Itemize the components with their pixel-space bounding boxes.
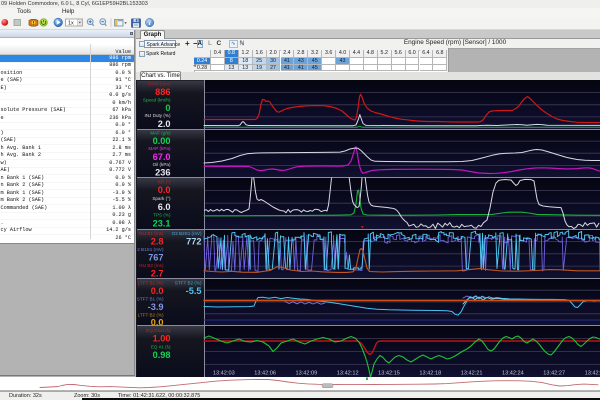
svg-text:Spark (°): Spark (°) <box>152 196 171 201</box>
svg-text:MAF (g/s): MAF (g/s) <box>150 130 171 135</box>
svg-text:O2 B1S1 (mV): O2 B1S1 (mV) <box>137 247 164 252</box>
svg-text:13:42:03: 13:42:03 <box>213 371 235 377</box>
svg-text:MAP (kPa): MAP (kPa) <box>148 146 171 151</box>
svg-text:13:42:09: 13:42:09 <box>296 371 318 377</box>
svg-text:2.0: 2.0 <box>158 119 171 129</box>
svg-text:0.98: 0.98 <box>153 350 171 360</box>
svg-text:Oil (kPa): Oil (kPa) <box>153 162 171 167</box>
svg-text:236: 236 <box>155 168 170 178</box>
svg-text:13:42:06: 13:42:06 <box>254 371 276 377</box>
svg-text:INJ B1 (ms): INJ B1 (ms) <box>139 231 164 236</box>
svg-text:0.0: 0.0 <box>151 286 164 296</box>
svg-text:EQ #1 (λ): EQ #1 (λ) <box>151 345 171 350</box>
svg-text:-5.5: -5.5 <box>186 286 202 296</box>
svg-text:-3.9: -3.9 <box>148 302 164 312</box>
svg-text:13:42:15: 13:42:15 <box>378 371 400 377</box>
svg-text:2.8: 2.8 <box>151 237 164 247</box>
svg-text:KR (°): KR (°) <box>158 179 171 184</box>
svg-text:13:42:21: 13:42:21 <box>461 371 483 377</box>
svg-text:1.00: 1.00 <box>153 334 171 344</box>
svg-text:STFT B2 (%): STFT B2 (%) <box>175 280 202 285</box>
svg-text:0: 0 <box>165 103 170 113</box>
svg-text:13:42:12: 13:42:12 <box>337 371 359 377</box>
svg-text:RPM (rpm): RPM (rpm) <box>148 82 171 87</box>
svg-text:13:42:27: 13:42:27 <box>543 371 565 377</box>
svg-text:23.1: 23.1 <box>153 218 171 228</box>
svg-text:0.0: 0.0 <box>158 185 171 195</box>
svg-text:1x: 1x <box>68 20 74 26</box>
svg-text:LTFT B1 (%): LTFT B1 (%) <box>138 280 164 285</box>
svg-text:Speed (km/h): Speed (km/h) <box>143 98 171 103</box>
svg-text:772: 772 <box>186 237 201 247</box>
svg-text:767: 767 <box>148 253 163 263</box>
svg-text:13:42:30: 13:42:30 <box>585 371 600 377</box>
svg-text:INJ B2 (ms): INJ B2 (ms) <box>139 263 164 268</box>
svg-text:STFT B1 (%): STFT B1 (%) <box>137 296 164 301</box>
svg-text:INJ Duty (%): INJ Duty (%) <box>144 113 171 118</box>
svg-text:TPS (%): TPS (%) <box>153 213 171 218</box>
svg-text:2.7: 2.7 <box>151 269 164 279</box>
svg-text:13:42:18: 13:42:18 <box>419 371 441 377</box>
svg-text:13:42:24: 13:42:24 <box>502 371 524 377</box>
svg-text:0.00: 0.00 <box>153 136 171 146</box>
svg-text:6.0: 6.0 <box>158 202 171 212</box>
svg-text:0.0: 0.0 <box>151 317 164 327</box>
svg-text:O2 B2S1 (mV): O2 B2S1 (mV) <box>172 231 202 236</box>
svg-text:67.0: 67.0 <box>153 152 171 162</box>
svg-text:886: 886 <box>155 87 170 97</box>
svg-text:EQ Cmd (λ): EQ Cmd (λ) <box>146 328 171 333</box>
svg-text:i: i <box>149 20 151 27</box>
